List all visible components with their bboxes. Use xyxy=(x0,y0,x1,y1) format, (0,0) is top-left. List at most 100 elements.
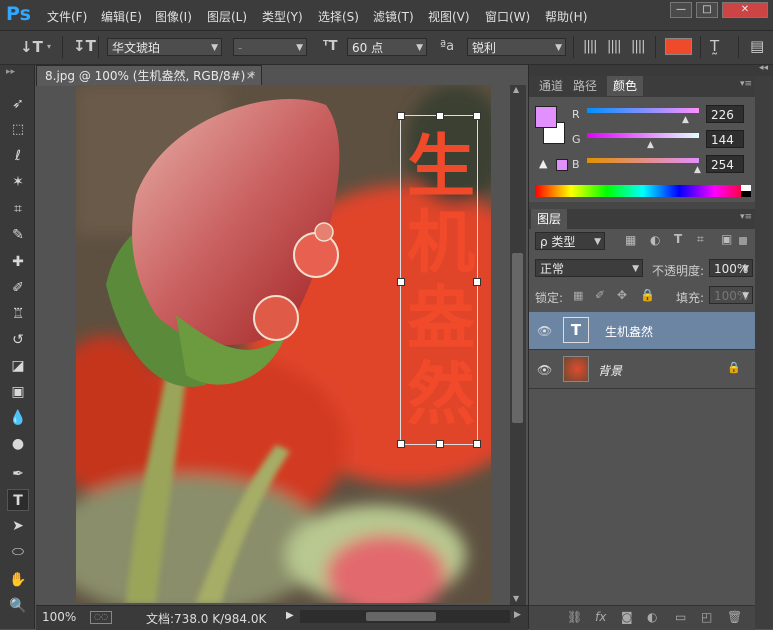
path-selection-tool-icon[interactable]: ➤ xyxy=(7,515,29,537)
filter-toggle-icon[interactable] xyxy=(739,237,747,245)
opacity-input[interactable]: 100% ▼ xyxy=(709,259,753,277)
new-group-icon[interactable]: ▭ xyxy=(675,610,686,624)
filter-smart-object-icon[interactable]: ▣ xyxy=(721,232,732,246)
slider-thumb-icon[interactable]: ▲ xyxy=(647,140,654,150)
character-panel-icon[interactable]: ▤ xyxy=(750,37,764,55)
anti-alias-select[interactable]: 锐利 ▼ xyxy=(467,38,566,56)
brush-tool-icon[interactable]: ✐ xyxy=(7,277,29,299)
vertical-scrollbar[interactable]: ▲ ▼ xyxy=(510,85,526,605)
align-left-icon[interactable]: |||| xyxy=(583,39,597,54)
transform-handle[interactable] xyxy=(397,440,405,448)
transform-handle[interactable] xyxy=(397,278,405,286)
gamut-swatch[interactable] xyxy=(556,159,568,171)
delete-layer-icon[interactable]: 🗑 xyxy=(727,610,742,624)
layer-style-icon[interactable]: fx xyxy=(595,610,606,624)
filter-adjustment-icon[interactable]: ◐ xyxy=(650,233,660,247)
menu-edit[interactable]: 编辑(E) xyxy=(101,8,142,25)
link-layers-icon[interactable]: ⛓ xyxy=(567,610,582,624)
transform-handle[interactable] xyxy=(473,112,481,120)
status-menu-icon[interactable]: ▶ xyxy=(286,610,294,621)
menu-image[interactable]: 图像(I) xyxy=(155,8,192,25)
healing-brush-tool-icon[interactable]: ✚ xyxy=(7,251,29,273)
scroll-right-icon[interactable]: ▶ xyxy=(514,610,521,620)
collapse-icon[interactable]: ▸▸ xyxy=(6,67,15,77)
align-right-icon[interactable]: |||| xyxy=(631,39,645,54)
eye-icon[interactable]: 👁 xyxy=(537,363,552,377)
menu-select[interactable]: 选择(S) xyxy=(318,8,359,25)
chevron-down-icon[interactable]: ▾ xyxy=(47,42,51,51)
transform-handle[interactable] xyxy=(473,278,481,286)
filter-shape-icon[interactable]: ⌗ xyxy=(697,232,704,247)
fill-input[interactable]: 100% ▼ xyxy=(709,286,753,304)
magic-wand-tool-icon[interactable]: ✶ xyxy=(7,171,29,193)
crop-tool-icon[interactable]: ⌗ xyxy=(7,198,29,220)
channel-g-value[interactable]: 144 xyxy=(706,130,744,148)
transform-handle[interactable] xyxy=(397,112,405,120)
layer-filter-select[interactable]: ρ 类型 ▼ xyxy=(535,232,605,250)
new-layer-icon[interactable]: ◰ xyxy=(701,610,712,624)
scrollbar-thumb[interactable] xyxy=(366,612,436,621)
foreground-color-swatch[interactable] xyxy=(535,106,557,128)
menu-help[interactable]: 帮助(H) xyxy=(545,8,587,25)
status-view-icon[interactable]: ◌◌ xyxy=(90,611,112,624)
color-ramp[interactable] xyxy=(535,185,751,197)
text-orientation-icon[interactable]: ↧T xyxy=(73,37,96,55)
lock-all-icon[interactable]: 🔒 xyxy=(640,288,655,302)
filter-pixel-icon[interactable]: ▦ xyxy=(625,233,636,247)
lock-position-icon[interactable]: ✥ xyxy=(617,288,627,302)
eraser-tool-icon[interactable]: ◪ xyxy=(7,355,29,377)
slider-thumb-icon[interactable]: ▲ xyxy=(694,165,701,175)
panel-menu-icon[interactable]: ▾≡ xyxy=(740,79,752,89)
blend-mode-select[interactable]: 正常 ▼ xyxy=(535,259,643,277)
layer-row-background[interactable]: 👁 背景 🔒 xyxy=(529,351,755,389)
zoom-tool-icon[interactable]: 🔍 xyxy=(7,595,29,617)
document-tab[interactable]: 8.jpg @ 100% (生机盎然, RGB/8#) * × xyxy=(36,65,262,86)
menu-layer[interactable]: 图层(L) xyxy=(207,8,247,25)
lasso-tool-icon[interactable]: ℓ xyxy=(7,145,29,167)
adjustment-layer-icon[interactable]: ◐ xyxy=(647,610,657,624)
eye-icon[interactable]: 👁 xyxy=(537,324,552,338)
text-color-swatch[interactable] xyxy=(665,38,692,55)
warp-text-icon[interactable]: T̰ xyxy=(710,37,719,55)
history-brush-tool-icon[interactable]: ↺ xyxy=(7,329,29,351)
filter-type-icon[interactable]: T xyxy=(674,232,682,246)
menu-filter[interactable]: 滤镜(T) xyxy=(373,8,414,25)
eyedropper-tool-icon[interactable]: ✎ xyxy=(7,224,29,246)
slider-thumb-icon[interactable]: ▲ xyxy=(682,115,689,125)
channel-r-value[interactable]: 226 xyxy=(706,105,744,123)
tab-channels[interactable]: 通道 xyxy=(533,76,569,96)
dodge-tool-icon[interactable]: ● xyxy=(7,433,29,455)
tab-layers[interactable]: 图层 xyxy=(531,209,568,229)
pen-tool-icon[interactable]: ✒ xyxy=(7,463,29,485)
layer-row-text[interactable]: 👁 T 生机盎然 xyxy=(529,312,755,350)
close-icon[interactable]: × xyxy=(246,66,255,86)
channel-r-slider[interactable] xyxy=(587,108,699,113)
gradient-tool-icon[interactable]: ▣ xyxy=(7,381,29,403)
move-tool-icon[interactable]: ➶ xyxy=(7,93,29,115)
menu-type[interactable]: 类型(Y) xyxy=(262,8,303,25)
layer-name[interactable]: 背景 xyxy=(598,362,622,379)
canvas[interactable]: 生 机 盎 然 xyxy=(76,85,491,603)
transform-handle[interactable] xyxy=(436,112,444,120)
channel-b-slider[interactable] xyxy=(587,158,699,163)
blur-tool-icon[interactable]: 💧 xyxy=(7,407,29,429)
close-button[interactable]: ✕ xyxy=(722,2,768,18)
text-bounding-box[interactable] xyxy=(397,112,481,448)
collapse-icon[interactable]: ◂◂ xyxy=(759,63,768,73)
add-mask-icon[interactable]: ◙ xyxy=(621,610,633,624)
channel-b-value[interactable]: 254 xyxy=(706,155,744,173)
type-tool-icon[interactable]: T xyxy=(7,489,29,511)
menu-window[interactable]: 窗口(W) xyxy=(485,8,530,25)
color-ramp-black[interactable] xyxy=(741,191,751,197)
marquee-tool-icon[interactable]: ⬚ xyxy=(7,119,29,141)
text-tool-preset-icon[interactable]: ↓T xyxy=(20,38,43,56)
shape-tool-icon[interactable]: ⬭ xyxy=(7,541,29,563)
restore-button[interactable]: □ xyxy=(696,2,718,18)
tab-color[interactable]: 颜色 xyxy=(607,76,644,96)
scroll-up-icon[interactable]: ▲ xyxy=(513,85,523,95)
font-family-select[interactable]: 华文琥珀 ▼ xyxy=(107,38,222,56)
panel-menu-icon[interactable]: ▾≡ xyxy=(740,212,752,222)
lock-transparent-icon[interactable]: ▦ xyxy=(573,289,583,302)
menu-file[interactable]: 文件(F) xyxy=(47,8,87,25)
scrollbar-thumb[interactable] xyxy=(512,253,523,423)
